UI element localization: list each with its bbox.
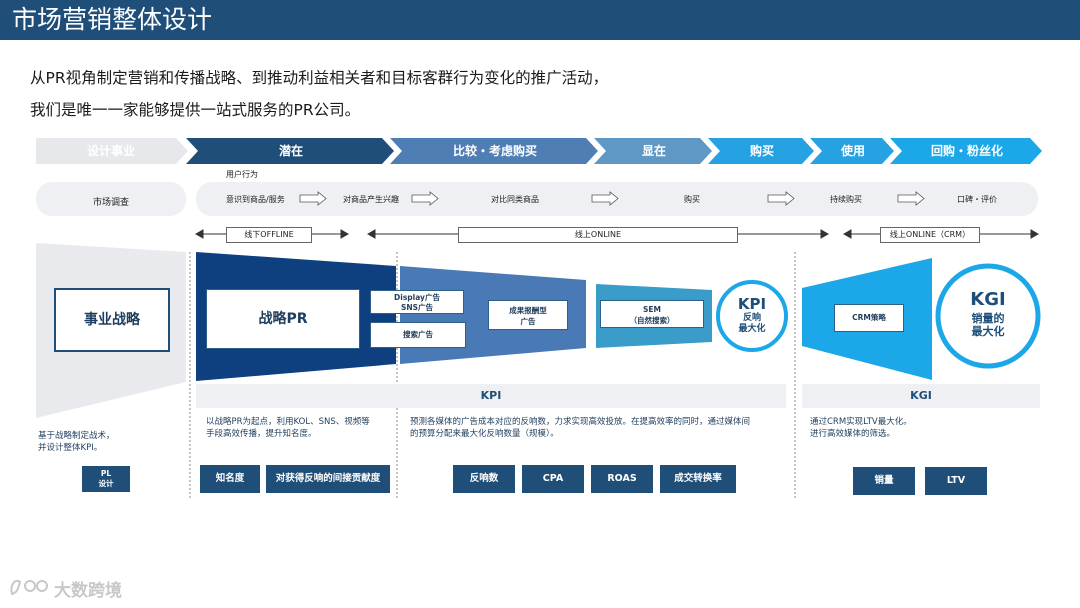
metric-indirect-contribution: 对获得反响的间接贡献度: [266, 465, 390, 493]
metric-ltv: LTV: [925, 467, 987, 495]
display-ad-box: Display广告 SNS广告: [370, 290, 464, 314]
result-ad-box: 成果报酬型 广告: [488, 300, 568, 330]
metric-cpa: CPA: [522, 465, 584, 493]
kgi-circle-subtitle: 销量的 最大化: [971, 312, 1005, 338]
crm-box: CRM策略: [834, 304, 904, 332]
crm-description: 通过CRM实现LTV最大化。 进行高效媒体的筛选。: [810, 417, 912, 439]
metric-pl-design: PL 设计: [82, 466, 130, 492]
metric-response-count: 反响数: [453, 465, 515, 493]
kpi-bar: KPI: [196, 384, 786, 408]
strategy-box: 事业战略: [54, 288, 170, 352]
metric-conversion-rate: 成交转换率: [660, 465, 736, 493]
kpi-circle-title: KPI: [737, 295, 767, 313]
kgi-circle-title: KGI: [970, 289, 1006, 310]
watermark-logo-icon: [10, 580, 48, 596]
pr-description: 以战略PR为起点，利用KOL、SNS、视频等 手段高效传播，提升知名度。: [206, 417, 370, 439]
metric-roas: ROAS: [591, 465, 653, 493]
search-ad-box: 搜索广告: [370, 322, 466, 348]
strategy-description: 基于战略制定战术， 并设计整体KPI。: [38, 431, 115, 453]
kgi-bar: KGI: [802, 384, 1040, 408]
metric-sales: 销量: [853, 467, 915, 495]
kpi-circle-subtitle: 反响 最大化: [738, 313, 766, 334]
strategic-pr-box: 战略PR: [206, 289, 360, 349]
watermark-text: 大数跨境: [54, 581, 122, 601]
ads-description: 预测各媒体的广告成本对应的反响数，力求实现高效投放。在提高效率的同时，通过媒体间…: [410, 417, 751, 439]
sem-box: SEM （自然搜索）: [600, 300, 704, 328]
metric-awareness: 知名度: [200, 465, 260, 493]
